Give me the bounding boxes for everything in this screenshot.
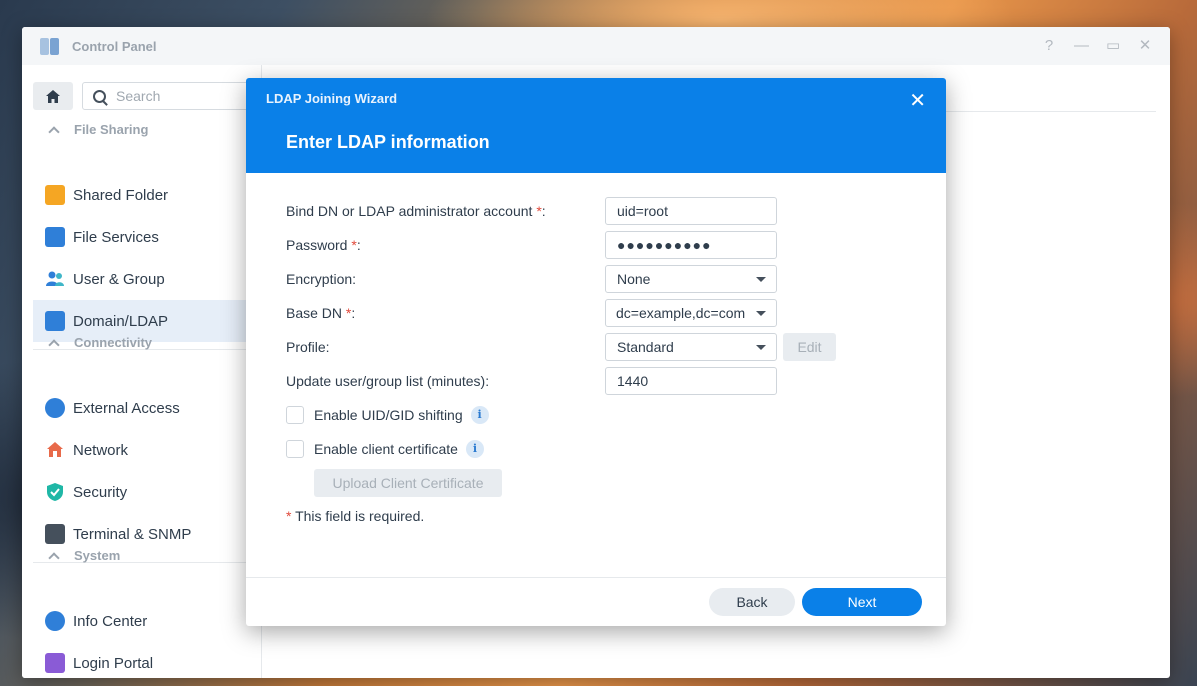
encryption-select[interactable]: None	[605, 265, 777, 293]
sidebar-item-user-group[interactable]: User & Group	[33, 258, 262, 300]
window-title: Control Panel	[72, 38, 157, 54]
sidebar-item-info-center[interactable]: Info Center	[33, 600, 262, 642]
sidebar-item-network[interactable]: Network	[33, 429, 262, 471]
chevron-up-icon	[48, 551, 60, 564]
info-icon[interactable]: i	[470, 406, 489, 424]
window-titlebar: Control Panel ? — ▭ ✕	[22, 27, 1170, 65]
search-icon	[93, 89, 106, 103]
encryption-label: Encryption:	[286, 271, 357, 287]
home-icon	[46, 89, 60, 103]
help-icon[interactable]: ?	[1042, 37, 1056, 55]
chevron-up-icon	[48, 125, 60, 138]
profile-label: Profile:	[286, 339, 330, 355]
sidebar-item-label: File Services	[73, 228, 159, 246]
client-certificate-checkbox[interactable]	[286, 440, 304, 458]
section-connectivity[interactable]: Connectivity	[48, 335, 153, 351]
password-field[interactable]: ●●●●●●●●●●	[605, 231, 777, 259]
dialog-footer-rule	[246, 577, 946, 578]
home-button[interactable]	[33, 82, 73, 110]
sidebar-item-external-access[interactable]: External Access	[33, 387, 262, 429]
terminal-icon	[45, 524, 65, 544]
client-certificate-row: Enable client certificate i	[286, 435, 484, 463]
update-list-field[interactable]: 1440	[605, 367, 777, 395]
required-field-note: * This field is required.	[286, 508, 425, 524]
uid-gid-shifting-label[interactable]: Enable UID/GID shifting	[314, 407, 463, 423]
sidebar-item-label: Terminal & SNMP	[73, 525, 192, 543]
uid-gid-shifting-row: Enable UID/GID shifting i	[286, 401, 489, 429]
chevron-up-icon	[48, 338, 60, 351]
sidebar-item-file-services[interactable]: File Services	[33, 216, 262, 258]
dialog-header: LDAP Joining Wizard ✕ Enter LDAP informa…	[246, 78, 946, 173]
section-label: Connectivity	[74, 335, 153, 350]
sidebar-item-label: Shared Folder	[73, 186, 169, 204]
section-file-sharing[interactable]: File Sharing	[48, 122, 149, 138]
control-panel-app-icon	[38, 35, 60, 57]
ldap-joining-wizard-dialog: LDAP Joining Wizard ✕ Enter LDAP informa…	[246, 78, 946, 626]
next-button[interactable]: Next	[802, 588, 922, 616]
sidebar-item-label: External Access	[73, 399, 180, 417]
security-shield-icon	[45, 482, 65, 502]
network-icon	[45, 440, 65, 460]
external-access-icon	[45, 398, 65, 418]
sidebar-item-label: Domain/LDAP	[73, 312, 169, 330]
window-controls: ? — ▭ ✕	[1042, 37, 1152, 55]
minimize-icon[interactable]: —	[1074, 37, 1089, 55]
password-label: Password *:	[286, 237, 361, 253]
domain-ldap-icon	[45, 311, 65, 331]
base-dn-label: Base DN *:	[286, 305, 356, 321]
section-label: File Sharing	[74, 122, 149, 137]
upload-client-certificate-button[interactable]: Upload Client Certificate	[314, 469, 502, 497]
section-label: System	[74, 548, 121, 563]
search-placeholder: Search	[116, 88, 161, 104]
sidebar-item-label: Network	[73, 441, 129, 459]
client-certificate-label[interactable]: Enable client certificate	[314, 441, 458, 457]
update-list-label: Update user/group list (minutes):	[286, 373, 490, 389]
close-icon[interactable]: ✕	[909, 88, 926, 113]
bind-dn-label: Bind DN or LDAP administrator account *:	[286, 203, 546, 219]
sidebar-item-label: Login Portal	[73, 654, 154, 672]
profile-select[interactable]: Standard	[605, 333, 777, 361]
info-center-icon	[45, 611, 65, 631]
info-icon[interactable]: i	[465, 440, 484, 458]
dialog-title: LDAP Joining Wizard	[266, 91, 398, 106]
sidebar-item-shared-folder[interactable]: Shared Folder	[33, 174, 262, 216]
login-portal-icon	[45, 653, 65, 673]
sidebar-item-label: Info Center	[73, 612, 148, 630]
user-group-icon	[45, 269, 65, 289]
base-dn-combobox[interactable]: dc=example,dc=com	[605, 299, 777, 327]
search-input[interactable]: Search	[82, 82, 252, 110]
shared-folder-icon	[45, 185, 65, 205]
sidebar-item-label: User & Group	[73, 270, 165, 288]
sidebar-item-label: Security	[73, 483, 128, 501]
uid-gid-shifting-checkbox[interactable]	[286, 406, 304, 424]
sidebar-item-security[interactable]: Security	[33, 471, 262, 513]
profile-edit-button[interactable]: Edit	[783, 333, 836, 361]
maximize-icon[interactable]: ▭	[1106, 37, 1120, 55]
back-button[interactable]: Back	[709, 588, 795, 616]
close-window-icon[interactable]: ✕	[1138, 37, 1152, 55]
dialog-heading: Enter LDAP information	[286, 132, 490, 152]
sidebar-item-login-portal[interactable]: Login Portal	[33, 642, 262, 678]
file-services-icon	[45, 227, 65, 247]
sidebar: Search File Sharing Shared Folder File S…	[22, 65, 262, 678]
bind-dn-field[interactable]: uid=root	[605, 197, 777, 225]
section-system[interactable]: System	[48, 548, 121, 564]
